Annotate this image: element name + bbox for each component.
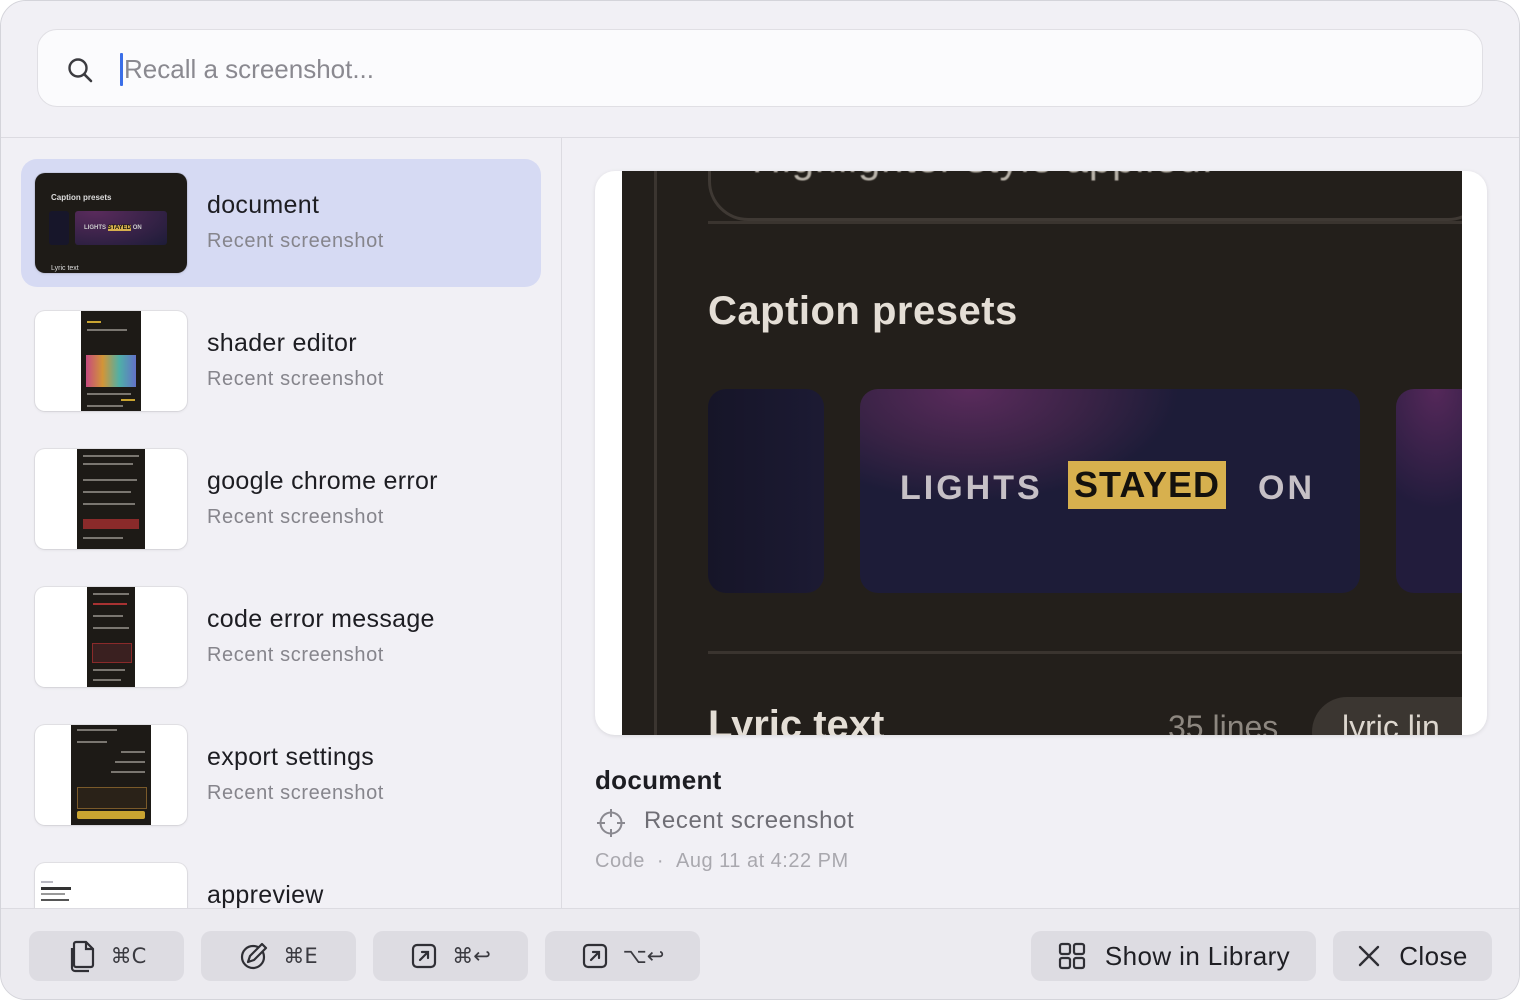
item-subtitle: Recent screenshot: [207, 230, 384, 252]
edit-shortcut: ⌘E: [283, 944, 318, 968]
detail-separator: ·: [656, 850, 664, 872]
search-icon: [68, 58, 93, 83]
preview-lines-count: 35 lines: [1168, 709, 1279, 735]
open-alt-button[interactable]: ⌥↩: [545, 931, 700, 981]
thumb-line: [41, 881, 53, 883]
search-box[interactable]: [37, 29, 1483, 107]
preview-card[interactable]: Highlighter style applied. Caption prese…: [595, 171, 1487, 735]
thumb-screenshot: [71, 725, 151, 825]
preview-on: ON: [1258, 469, 1315, 507]
item-title: document: [207, 191, 320, 219]
detail-subtitle: Recent screenshot: [644, 807, 855, 834]
list-item[interactable]: appreview: [21, 849, 541, 908]
preview-image: Highlighter style applied. Caption prese…: [622, 171, 1462, 735]
preview-tile-main: LIGHTS STAYED ON: [860, 389, 1360, 593]
screenshot-list: Caption presets LIGHTS STAYED ON Lyric t…: [1, 138, 562, 908]
list-item[interactable]: shader editor Recent screenshot: [21, 297, 541, 425]
show-in-library-button[interactable]: Show in Library: [1031, 931, 1316, 981]
open-external-icon: [582, 943, 607, 969]
close-label: Close: [1399, 940, 1468, 971]
preview-stayed: STAYED: [1068, 461, 1227, 509]
thumbnail: [35, 449, 187, 549]
grid-icon: [1058, 942, 1085, 970]
item-title: export settings: [207, 743, 375, 771]
item-title: code error message: [207, 605, 435, 633]
list-item[interactable]: google chrome error Recent screenshot: [21, 435, 541, 563]
bottom-toolbar: ⌘C ⌘E ⌘↩ ⌥↩ Show in Library Close: [1, 908, 1519, 999]
thumbnail: [35, 863, 187, 908]
thumbnail: Caption presets LIGHTS STAYED ON Lyric t…: [35, 173, 187, 273]
item-title: appreview: [207, 881, 324, 908]
thumb-line: [41, 899, 69, 901]
thumb-caption: Caption presets: [51, 193, 112, 202]
edit-button[interactable]: ⌘E: [201, 931, 356, 981]
preview-lights: LIGHTS: [900, 469, 1043, 507]
thumb-line: [41, 893, 65, 895]
thumb-tile: [49, 211, 69, 245]
item-subtitle: Recent screenshot: [207, 368, 384, 390]
thumb-screenshot: [81, 311, 141, 411]
copy-shortcut: ⌘C: [110, 944, 147, 968]
thumb-lyric: Lyric text: [51, 265, 79, 272]
list-item[interactable]: Caption presets LIGHTS STAYED ON Lyric t…: [21, 159, 541, 287]
item-subtitle: Recent screenshot: [207, 506, 384, 528]
crosshair-icon: [597, 809, 625, 837]
markup-icon: [241, 942, 268, 970]
thumbnail: [35, 311, 187, 411]
detail-date: Aug 11 at 4:22 PM: [675, 850, 849, 872]
preview-pill: lyric lin: [1312, 697, 1462, 735]
close-icon: [1359, 945, 1380, 967]
item-subtitle: Recent screenshot: [207, 644, 384, 666]
thumb-line: [41, 887, 71, 890]
thumb-screenshot: [87, 587, 135, 687]
preview-caption-heading: Caption presets: [708, 289, 1018, 333]
detail-app: Code: [595, 850, 645, 872]
detail-title: document: [595, 765, 722, 795]
thumb-screenshot: [77, 449, 145, 549]
search-area: [1, 1, 1519, 138]
preview-divider: [708, 221, 1462, 224]
item-title: google chrome error: [207, 467, 438, 495]
thumb-lights: LIGHTS STAYED ON: [84, 225, 142, 231]
preview-border-line: [654, 171, 657, 735]
copy-icon: [70, 940, 94, 973]
preview-tile-right: [1396, 389, 1462, 593]
preview-top-text: Highlighter style applied.: [752, 171, 1214, 182]
open-shortcut: ⌘↩: [452, 944, 491, 968]
open-external-icon: [412, 943, 437, 969]
thumbnail: [35, 587, 187, 687]
close-button[interactable]: Close: [1333, 931, 1492, 981]
open-alt-shortcut: ⌥↩: [622, 944, 665, 968]
preview-pill-text: lyric lin: [1342, 709, 1440, 735]
preview-divider: [708, 651, 1462, 654]
list-item[interactable]: code error message Recent screenshot: [21, 573, 541, 701]
show-in-library-label: Show in Library: [1104, 940, 1291, 971]
item-subtitle: Recent screenshot: [207, 782, 384, 804]
open-button[interactable]: ⌘↩: [373, 931, 528, 981]
copy-button[interactable]: ⌘C: [29, 931, 184, 981]
search-input[interactable]: [122, 46, 1426, 92]
recall-window: Caption presets LIGHTS STAYED ON Lyric t…: [0, 0, 1520, 1000]
item-title: shader editor: [207, 329, 357, 357]
detail-meta: Code · Aug 11 at 4:22 PM: [595, 850, 849, 873]
preview-tile-left: [708, 389, 824, 593]
preview-lyric-heading: Lyric text: [708, 703, 885, 735]
list-item[interactable]: export settings Recent screenshot: [21, 711, 541, 839]
thumbnail: [35, 725, 187, 825]
